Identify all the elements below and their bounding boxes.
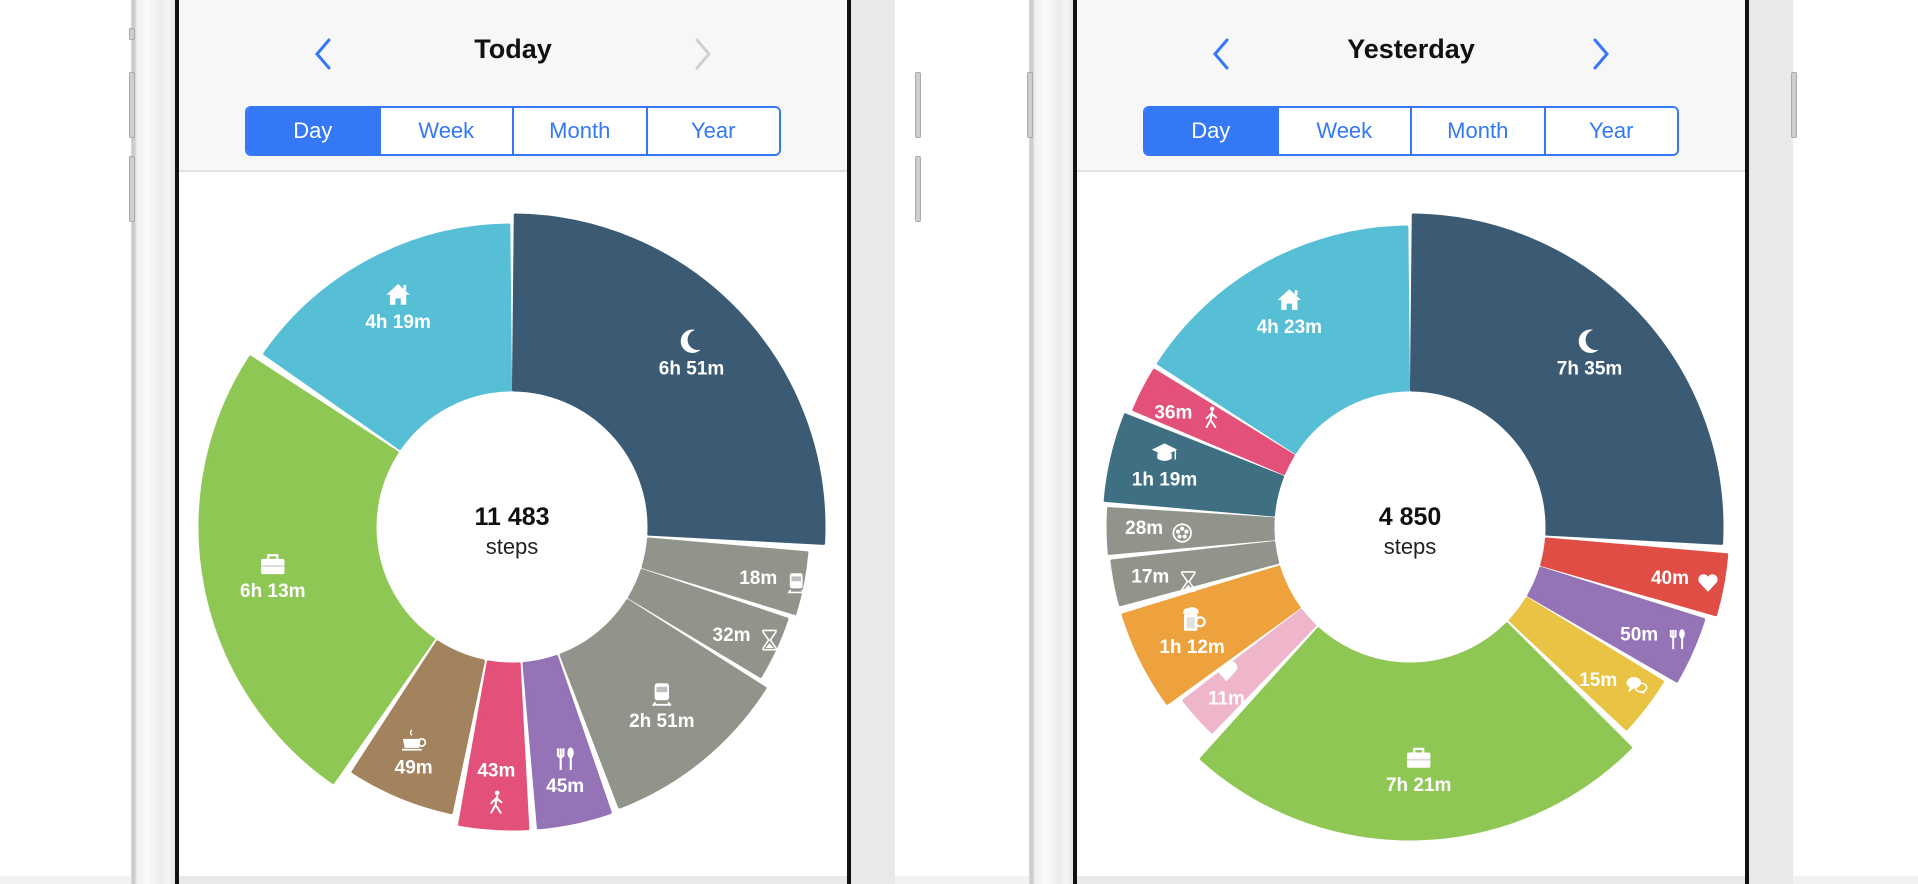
slice-label: 11m xyxy=(1208,688,1245,709)
slice-label: 43m xyxy=(477,760,515,781)
phone-side-button xyxy=(915,72,921,138)
screen: Today Day Week Month Year 6h 51m 18m 32m 2h… xyxy=(179,0,847,876)
segment-day[interactable]: Day xyxy=(1145,108,1277,154)
steps-unit-label: steps xyxy=(1384,534,1437,559)
segment-year[interactable]: Year xyxy=(645,108,779,154)
slice-label: 49m xyxy=(395,758,433,779)
next-day-button[interactable] xyxy=(1585,34,1615,74)
segment-month[interactable]: Month xyxy=(1410,108,1544,154)
phone-today: Today Day Week Month Year 6h 51m 18m 32m 2h… xyxy=(129,0,895,884)
segment-month[interactable]: Month xyxy=(512,108,646,154)
chevron-right-icon xyxy=(695,38,711,70)
segment-day[interactable]: Day xyxy=(247,108,379,154)
phone-bezel-right xyxy=(847,0,851,884)
slice-label: 7h 21m xyxy=(1386,775,1451,796)
slice-sleep[interactable]: 7h 35m xyxy=(1409,213,1724,545)
activity-donut-chart: 6h 51m 18m 32m 2h 51m 45m 43m 49m 6h 13m 4h 19m 1… xyxy=(198,213,826,831)
phone-yesterday: Yesterday Day Week Month Year 7h 35m 40m 5… xyxy=(915,0,1797,884)
phone-side-button xyxy=(1027,72,1033,138)
chevron-right-icon xyxy=(1593,38,1609,70)
slice-label: 1h 12m xyxy=(1159,637,1224,658)
screen: Yesterday Day Week Month Year 7h 35m 40m 5… xyxy=(1077,0,1745,876)
period-segmented-control: Day Week Month Year xyxy=(1143,106,1679,156)
steps-count: 4 850 xyxy=(1379,503,1442,531)
slice-label: 45m xyxy=(546,776,584,797)
header: Today Day Week Month Year xyxy=(179,0,847,172)
segment-year[interactable]: Year xyxy=(1543,108,1677,154)
phone-side-button xyxy=(129,28,135,40)
segment-week[interactable]: Week xyxy=(1276,108,1410,154)
segment-week[interactable]: Week xyxy=(378,108,512,154)
slice-label: 2h 51m xyxy=(629,711,694,732)
phone-bezel-right xyxy=(1745,0,1749,884)
page-title: Yesterday xyxy=(1347,34,1475,64)
phone-side-button xyxy=(1791,72,1797,138)
steps-count: 11 483 xyxy=(474,503,549,531)
slice-label: 40m xyxy=(1651,568,1689,589)
slice-sleep[interactable]: 6h 51m xyxy=(511,213,826,545)
slice-label: 18m xyxy=(739,568,777,589)
slice-label: 50m xyxy=(1620,624,1658,645)
slice-label: 4h 19m xyxy=(365,312,430,333)
slice-label: 6h 13m xyxy=(240,581,305,602)
phone-side-button xyxy=(915,156,921,222)
slice-label: 1h 19m xyxy=(1132,469,1197,490)
steps-unit-label: steps xyxy=(486,534,539,559)
slice-label: 15m xyxy=(1579,670,1617,691)
phone-volume-down-button xyxy=(129,156,135,222)
next-day-button[interactable] xyxy=(687,34,717,74)
slice-label: 32m xyxy=(713,625,751,646)
phone-volume-up-button xyxy=(129,72,135,138)
activity-donut-chart: 7h 35m 40m 50m 15m 7h 21m 11m 1h 12m 17m 28m 1h 1… xyxy=(1103,213,1729,841)
slice-label: 4h 23m xyxy=(1257,317,1322,338)
period-segmented-control: Day Week Month Year xyxy=(245,106,781,156)
slice-label: 28m xyxy=(1125,518,1163,539)
slice-label: 17m xyxy=(1131,567,1169,588)
slice-label: 36m xyxy=(1154,403,1192,424)
slice-label: 6h 51m xyxy=(659,359,724,380)
slice-label: 7h 35m xyxy=(1557,359,1622,380)
header: Yesterday Day Week Month Year xyxy=(1077,0,1745,172)
page-title: Today xyxy=(474,34,552,64)
